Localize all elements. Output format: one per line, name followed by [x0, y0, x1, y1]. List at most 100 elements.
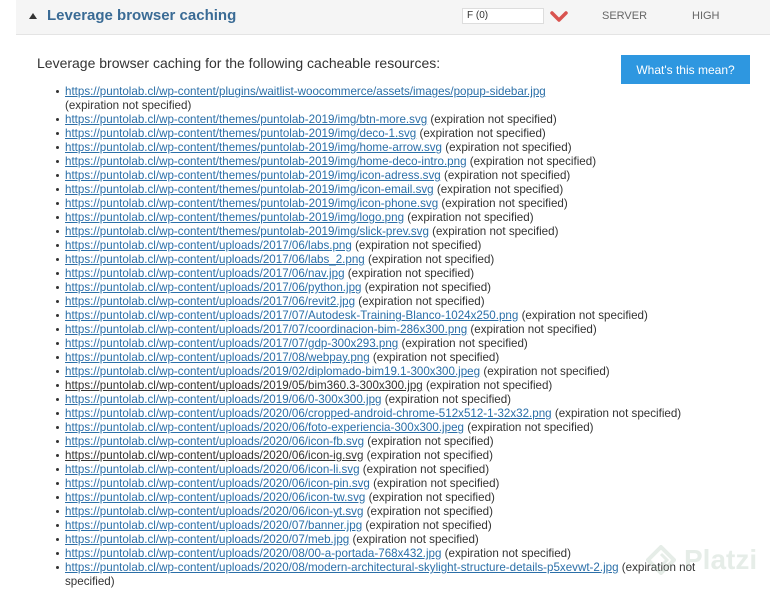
- resource-item: https://puntolab.cl/wp-content/uploads/2…: [56, 239, 746, 253]
- resource-link[interactable]: https://puntolab.cl/wp-content/uploads/2…: [65, 491, 365, 504]
- expiration-note: (expiration not specified): [372, 351, 500, 364]
- recommendation-header[interactable]: Leverage browser caching F (0) SERVER HI…: [16, 0, 770, 35]
- resource-item: https://puntolab.cl/wp-content/uploads/2…: [56, 477, 746, 491]
- resource-link[interactable]: https://puntolab.cl/wp-content/uploads/2…: [65, 267, 345, 280]
- expiration-note: (expiration not specified): [366, 505, 493, 518]
- resource-item: https://puntolab.cl/wp-content/uploads/2…: [56, 323, 746, 337]
- platzi-watermark: Platzi: [646, 541, 780, 581]
- resource-link[interactable]: https://puntolab.cl/wp-content/uploads/2…: [65, 239, 352, 252]
- resource-link[interactable]: https://puntolab.cl/wp-content/uploads/2…: [65, 477, 370, 490]
- expiration-note: (expiration not specified): [483, 365, 610, 378]
- expiration-note: (expiration not specified): [355, 239, 482, 252]
- resource-link[interactable]: https://puntolab.cl/wp-content/uploads/2…: [65, 351, 370, 364]
- expiration-note: (expiration not specified): [65, 99, 192, 112]
- resource-item: https://puntolab.cl/wp-content/uploads/2…: [56, 267, 746, 281]
- resource-item: https://puntolab.cl/wp-content/themes/pu…: [56, 113, 746, 127]
- resource-item: https://puntolab.cl/wp-content/uploads/2…: [56, 519, 746, 533]
- resource-link[interactable]: https://puntolab.cl/wp-content/uploads/2…: [65, 365, 480, 378]
- resource-item: https://puntolab.cl/wp-content/uploads/2…: [56, 281, 746, 295]
- resource-item: https://puntolab.cl/wp-content/themes/pu…: [56, 211, 746, 225]
- resource-item: https://puntolab.cl/wp-content/uploads/2…: [56, 505, 746, 519]
- resource-item: https://puntolab.cl/wp-content/uploads/2…: [56, 435, 746, 449]
- resource-link[interactable]: https://puntolab.cl/wp-content/themes/pu…: [65, 225, 429, 238]
- resource-item: https://puntolab.cl/wp-content/themes/pu…: [56, 155, 746, 169]
- recommendation-title[interactable]: Leverage browser caching: [47, 7, 236, 24]
- resource-link[interactable]: https://puntolab.cl/wp-content/uploads/2…: [65, 435, 364, 448]
- resource-item: https://puntolab.cl/wp-content/uploads/2…: [56, 393, 746, 407]
- resource-item: https://puntolab.cl/wp-content/uploads/2…: [56, 253, 746, 267]
- resource-link[interactable]: https://puntolab.cl/wp-content/themes/pu…: [65, 183, 434, 196]
- expiration-note: (expiration not specified): [407, 211, 534, 224]
- expiration-note: (expiration not specified): [521, 309, 648, 322]
- resource-item: https://puntolab.cl/wp-content/uploads/2…: [56, 337, 746, 351]
- resource-list: https://puntolab.cl/wp-content/plugins/w…: [56, 85, 746, 589]
- resource-item: https://puntolab.cl/wp-content/uploads/2…: [56, 533, 746, 547]
- expiration-note: (expiration not specified): [432, 225, 559, 238]
- expiration-note: (expiration not specified): [362, 463, 490, 476]
- resource-item: https://puntolab.cl/wp-content/uploads/2…: [56, 449, 746, 463]
- expiration-note: (expiration not specified): [366, 449, 493, 462]
- resource-link[interactable]: https://puntolab.cl/wp-content/uploads/2…: [65, 379, 423, 392]
- expiration-note: (expiration not specified): [554, 407, 682, 420]
- expiration-note: (expiration not specified): [445, 141, 572, 154]
- priority-label: HIGH: [692, 10, 720, 22]
- resource-item: https://puntolab.cl/wp-content/uploads/2…: [56, 407, 746, 421]
- expiration-note: (expiration not specified): [367, 253, 495, 266]
- resource-item: https://puntolab.cl/wp-content/themes/pu…: [56, 197, 746, 211]
- collapse-triangle-icon[interactable]: [29, 13, 37, 19]
- expiration-note: (expiration not specified): [430, 113, 557, 126]
- resource-link[interactable]: https://puntolab.cl/wp-content/uploads/2…: [65, 281, 362, 294]
- expiration-note: (expiration not specified): [347, 267, 475, 280]
- resource-link[interactable]: https://puntolab.cl/wp-content/uploads/2…: [65, 421, 464, 434]
- resource-link[interactable]: https://puntolab.cl/wp-content/themes/pu…: [65, 113, 427, 126]
- resource-link[interactable]: https://puntolab.cl/wp-content/uploads/2…: [65, 295, 355, 308]
- intro-text: Leverage browser caching for the followi…: [37, 55, 441, 71]
- resource-link[interactable]: https://puntolab.cl/wp-content/uploads/2…: [65, 323, 467, 336]
- resource-item: https://puntolab.cl/wp-content/themes/pu…: [56, 127, 746, 141]
- expiration-note: (expiration not specified): [365, 519, 492, 532]
- expiration-note: (expiration not specified): [401, 337, 528, 350]
- resource-item: https://puntolab.cl/wp-content/uploads/2…: [56, 295, 746, 309]
- resource-link[interactable]: https://puntolab.cl/wp-content/uploads/2…: [65, 463, 360, 476]
- expiration-note: (expiration not specified): [419, 127, 546, 140]
- resource-link[interactable]: https://puntolab.cl/wp-content/uploads/2…: [65, 547, 441, 560]
- whats-this-mean-button[interactable]: What's this mean?: [621, 55, 750, 84]
- resource-link[interactable]: https://puntolab.cl/wp-content/uploads/2…: [65, 407, 552, 420]
- type-label: SERVER: [602, 10, 648, 22]
- expiration-note: (expiration not specified): [364, 281, 492, 294]
- resource-item: https://puntolab.cl/wp-content/uploads/2…: [56, 561, 729, 589]
- grade-field: F (0): [462, 8, 544, 24]
- resource-link[interactable]: https://puntolab.cl/wp-content/uploads/2…: [65, 561, 619, 574]
- expiration-note: (expiration not specified): [443, 169, 571, 182]
- resource-item: https://puntolab.cl/wp-content/themes/pu…: [56, 141, 746, 155]
- resource-item: https://puntolab.cl/wp-content/themes/pu…: [56, 169, 746, 183]
- resource-item: https://puntolab.cl/wp-content/uploads/2…: [56, 351, 746, 365]
- expiration-note: (expiration not specified): [467, 421, 594, 434]
- expiration-note: (expiration not specified): [441, 197, 568, 210]
- expiration-note: (expiration not specified): [352, 533, 479, 546]
- resource-link[interactable]: https://puntolab.cl/wp-content/uploads/2…: [65, 309, 518, 322]
- resource-link[interactable]: https://puntolab.cl/wp-content/uploads/2…: [65, 533, 349, 546]
- resource-link[interactable]: https://puntolab.cl/wp-content/uploads/2…: [65, 393, 381, 406]
- resource-link[interactable]: https://puntolab.cl/wp-content/themes/pu…: [65, 155, 467, 168]
- resource-item: https://puntolab.cl/wp-content/uploads/2…: [56, 491, 746, 505]
- chevron-down-icon[interactable]: [550, 10, 568, 24]
- resource-link[interactable]: https://puntolab.cl/wp-content/themes/pu…: [65, 127, 416, 140]
- resource-item: https://puntolab.cl/wp-content/plugins/w…: [56, 85, 746, 113]
- expiration-note: (expiration not specified): [444, 547, 571, 560]
- resource-link[interactable]: https://puntolab.cl/wp-content/uploads/2…: [65, 519, 362, 532]
- resource-link[interactable]: https://puntolab.cl/wp-content/uploads/2…: [65, 337, 398, 350]
- resource-link[interactable]: https://puntolab.cl/wp-content/uploads/2…: [65, 253, 365, 266]
- platzi-logo-icon: [646, 545, 676, 575]
- resource-link[interactable]: https://puntolab.cl/wp-content/uploads/2…: [65, 449, 363, 462]
- resource-item: https://puntolab.cl/wp-content/uploads/2…: [56, 463, 746, 477]
- resource-link[interactable]: https://puntolab.cl/wp-content/themes/pu…: [65, 211, 404, 224]
- resource-item: https://puntolab.cl/wp-content/uploads/2…: [56, 379, 746, 393]
- resource-link[interactable]: https://puntolab.cl/wp-content/themes/pu…: [65, 141, 442, 154]
- resource-item: https://puntolab.cl/wp-content/themes/pu…: [56, 183, 746, 197]
- resource-link[interactable]: https://puntolab.cl/wp-content/uploads/2…: [65, 505, 363, 518]
- expiration-note: (expiration not specified): [384, 393, 512, 406]
- resource-link[interactable]: https://puntolab.cl/wp-content/plugins/w…: [65, 85, 546, 98]
- resource-link[interactable]: https://puntolab.cl/wp-content/themes/pu…: [65, 197, 438, 210]
- resource-link[interactable]: https://puntolab.cl/wp-content/themes/pu…: [65, 169, 441, 182]
